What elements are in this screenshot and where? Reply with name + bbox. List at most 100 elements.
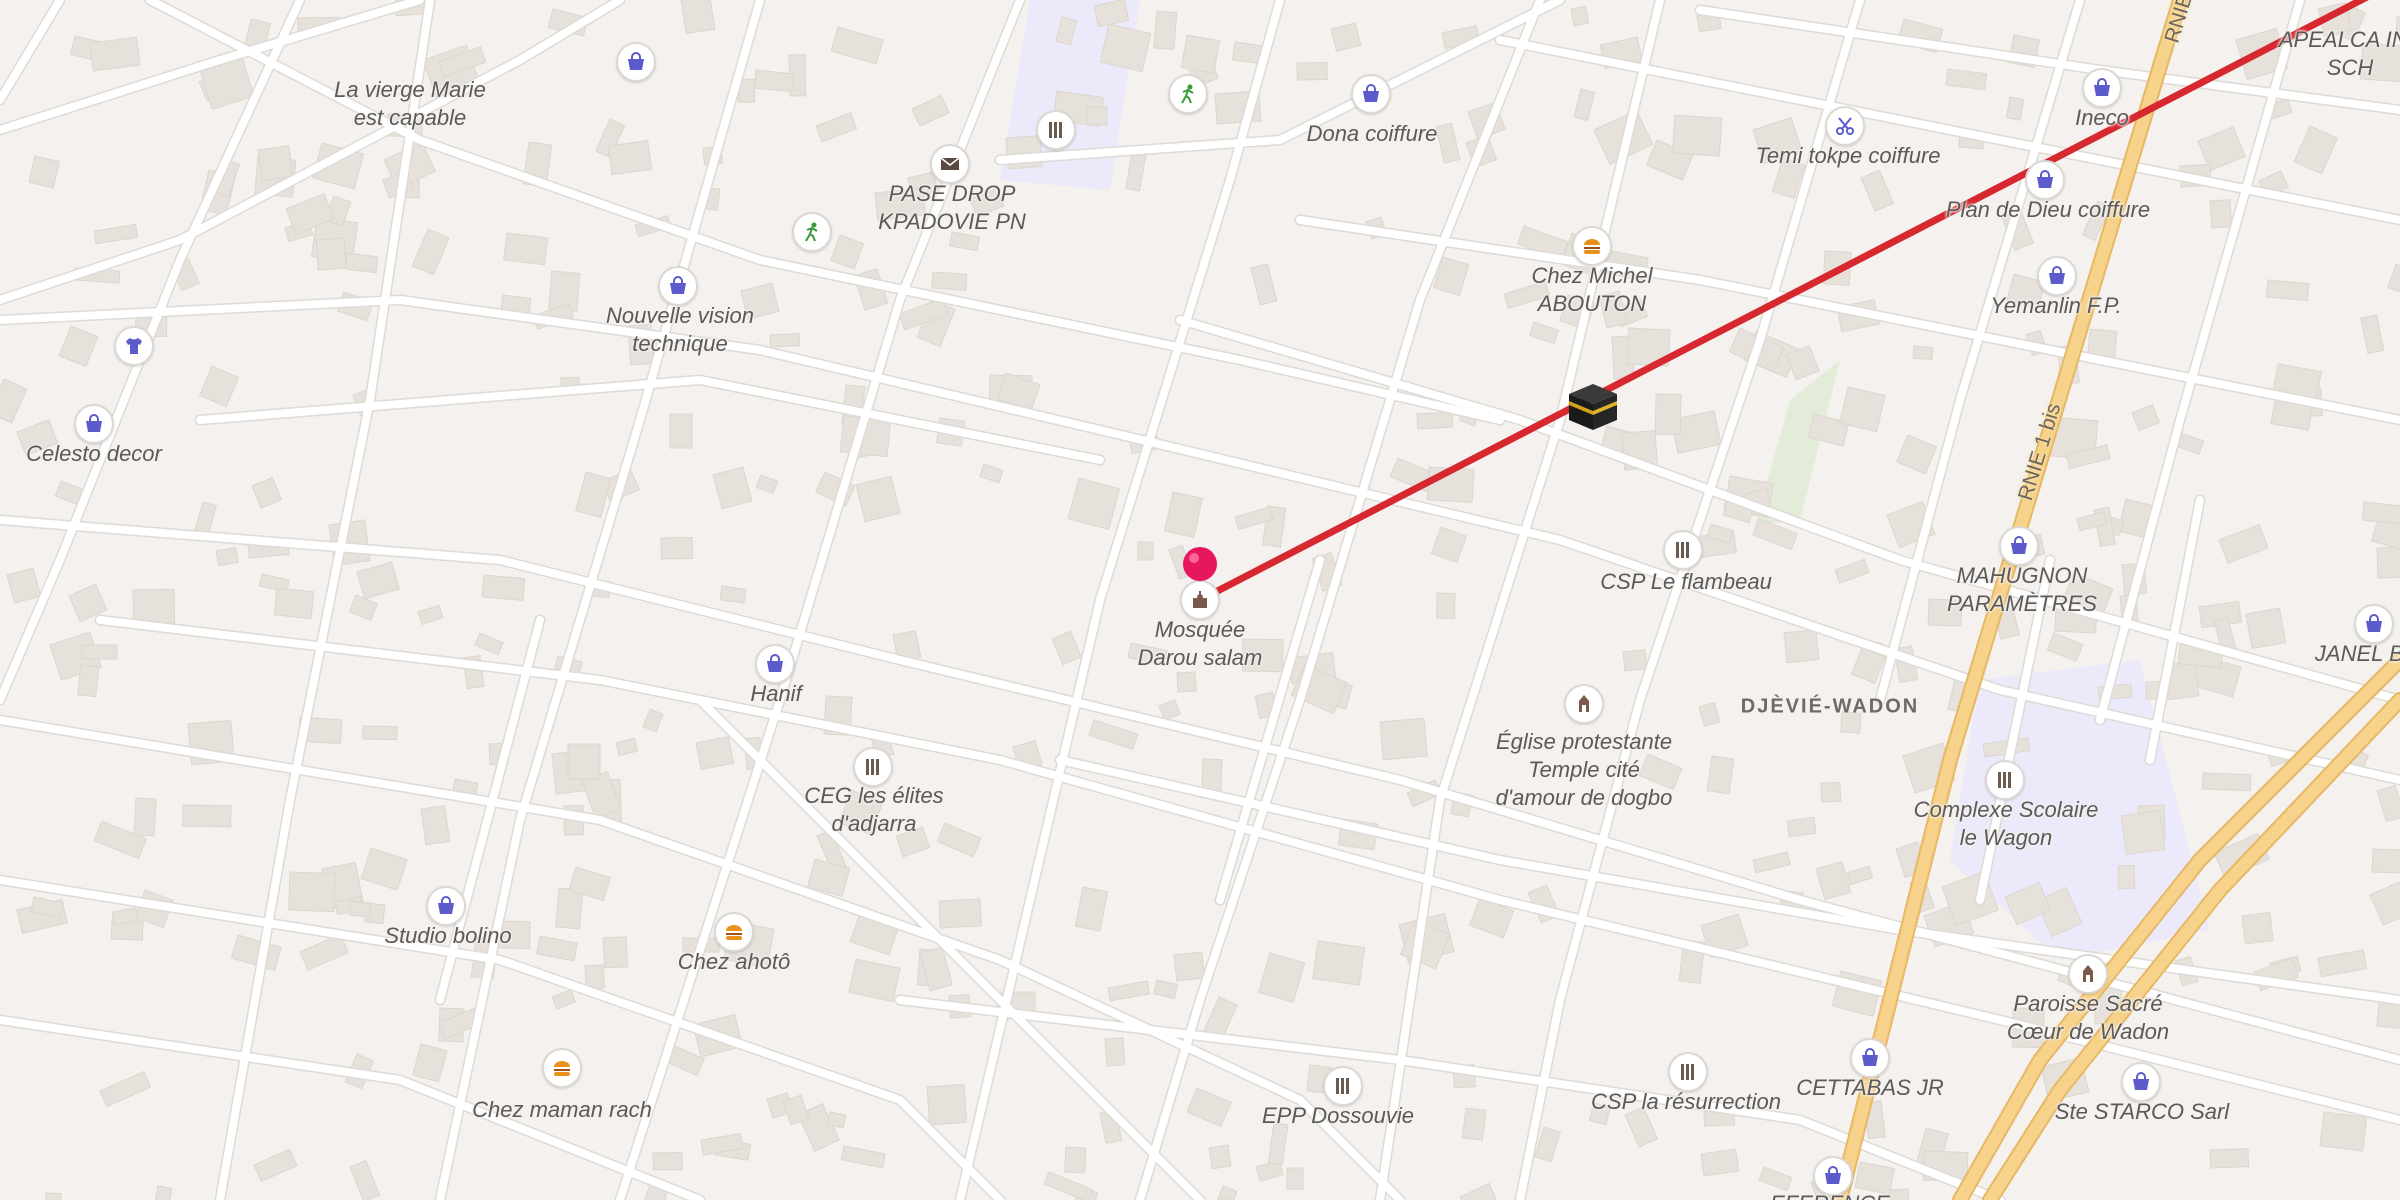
- building: [362, 725, 398, 741]
- building: [1180, 34, 1221, 74]
- building: [2371, 848, 2400, 874]
- shop-bag-icon[interactable]: [2121, 1062, 2161, 1102]
- school-icon[interactable]: [853, 747, 893, 787]
- building: [1186, 1087, 1232, 1128]
- building: [58, 325, 99, 368]
- building: [356, 561, 400, 600]
- building: [719, 585, 747, 604]
- building: [1671, 114, 1723, 157]
- shop-bag-icon[interactable]: [1351, 74, 1391, 114]
- building: [360, 847, 408, 891]
- building: [1104, 1037, 1126, 1067]
- building: [2361, 501, 2400, 525]
- shop-bag-icon[interactable]: [2037, 256, 2077, 296]
- shop-bag-icon[interactable]: [426, 886, 466, 926]
- building: [1416, 411, 1454, 430]
- building: [1088, 719, 1139, 751]
- building: [1820, 781, 1842, 803]
- clothes-shop-icon[interactable]: [114, 326, 154, 366]
- building: [1430, 526, 1468, 564]
- building: [855, 475, 901, 523]
- shop-bag-icon[interactable]: [658, 266, 698, 306]
- building: [273, 587, 315, 620]
- shop-bag-icon[interactable]: [1850, 1038, 1890, 1078]
- building: [315, 237, 347, 271]
- worship-icon[interactable]: [1180, 580, 1220, 620]
- building: [1158, 699, 1181, 721]
- building: [1528, 321, 1560, 345]
- building: [615, 737, 639, 757]
- building: [769, 332, 801, 348]
- road: [0, 0, 64, 104]
- building: [77, 664, 100, 698]
- building: [1286, 1167, 1304, 1190]
- building: [349, 1159, 381, 1200]
- shop-bag-icon[interactable]: [2082, 68, 2122, 108]
- building: [874, 187, 927, 221]
- building: [1208, 1144, 1232, 1170]
- shop-bag-icon[interactable]: [616, 42, 656, 82]
- building: [2131, 404, 2161, 432]
- building: [1164, 491, 1203, 538]
- building: [182, 804, 232, 828]
- sport-icon[interactable]: [1168, 74, 1208, 114]
- church-icon[interactable]: [2068, 954, 2108, 994]
- building: [28, 155, 60, 189]
- building: [602, 936, 629, 969]
- map-canvas[interactable]: DJÈVIÉ-WADON RNIE 1 bis RNIE 1 La vierge…: [0, 0, 2400, 1200]
- building: [1700, 1148, 1740, 1177]
- building: [848, 958, 901, 1003]
- building: [2376, 545, 2400, 579]
- building: [2360, 314, 2385, 354]
- shop-bag-icon[interactable]: [2025, 160, 2065, 200]
- district-label: DJÈVIÉ-WADON: [1740, 695, 1920, 718]
- shop-bag-icon[interactable]: [2354, 604, 2394, 644]
- burger-icon[interactable]: [542, 1048, 582, 1088]
- building: [1588, 1102, 1612, 1126]
- building: [2319, 1111, 2368, 1152]
- building: [1896, 434, 1938, 475]
- scissors-icon[interactable]: [1825, 106, 1865, 146]
- building: [1622, 649, 1648, 672]
- mail-icon[interactable]: [930, 144, 970, 184]
- building: [830, 234, 865, 270]
- building: [2197, 126, 2246, 172]
- kaaba-icon[interactable]: [1563, 376, 1623, 436]
- road: [1516, 0, 1864, 1200]
- school-icon[interactable]: [1985, 760, 2025, 800]
- sport-icon[interactable]: [792, 212, 832, 252]
- location-pin-icon[interactable]: [1180, 544, 1220, 584]
- building: [969, 187, 1005, 218]
- building: [1860, 169, 1895, 212]
- building: [895, 826, 931, 858]
- building: [1752, 117, 1803, 164]
- shop-bag-icon[interactable]: [755, 644, 795, 684]
- building: [1839, 386, 1886, 433]
- building: [1258, 952, 1306, 1003]
- building: [1889, 1188, 1910, 1200]
- school-icon[interactable]: [1036, 110, 1076, 150]
- building: [417, 604, 444, 625]
- building: [1231, 41, 1263, 65]
- building: [753, 69, 795, 93]
- school-icon[interactable]: [1663, 530, 1703, 570]
- building: [1086, 106, 1108, 126]
- building: [2201, 772, 2252, 792]
- building: [2293, 125, 2339, 175]
- church-icon[interactable]: [1564, 684, 1604, 724]
- burger-icon[interactable]: [1572, 226, 1612, 266]
- shop-bag-icon[interactable]: [1813, 1156, 1853, 1196]
- building: [1846, 865, 1874, 886]
- burger-icon[interactable]: [714, 912, 754, 952]
- building: [1945, 68, 1988, 91]
- school-icon[interactable]: [1323, 1066, 1363, 1106]
- shop-bag-icon[interactable]: [1999, 526, 2039, 566]
- building: [1125, 152, 1147, 192]
- building: [1043, 1171, 1094, 1200]
- building: [926, 1083, 968, 1126]
- school-icon[interactable]: [1668, 1052, 1708, 1092]
- building: [1698, 701, 1721, 727]
- building: [1638, 753, 1683, 791]
- building: [215, 546, 239, 567]
- shop-bag-icon[interactable]: [74, 404, 114, 444]
